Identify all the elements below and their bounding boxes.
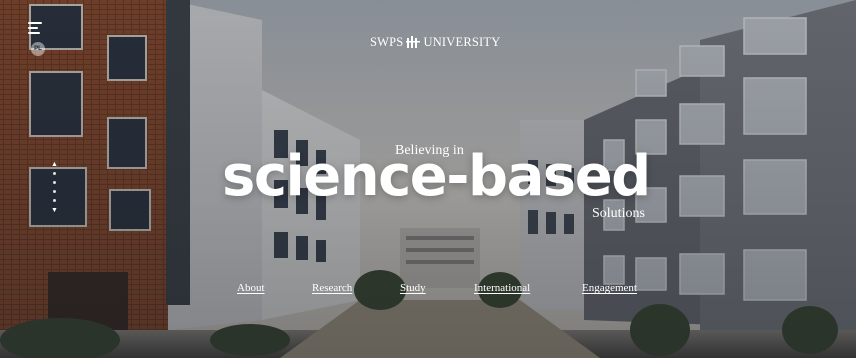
logo-text-university: UNIVERSITY: [423, 34, 501, 49]
chevron-down-icon[interactable]: ▼: [51, 207, 58, 214]
nav-link-research[interactable]: Research: [312, 282, 352, 294]
hero-tagline-post: Solutions: [592, 206, 645, 221]
page-frame: PL ▲ ▼ SWPS UNIVERSITY Believing in scie…: [0, 0, 856, 358]
slider-dot[interactable]: [52, 199, 56, 202]
hero-headline: science-based: [222, 144, 651, 209]
logo-mark-icon: [406, 36, 421, 48]
language-switch-button[interactable]: PL: [31, 42, 45, 56]
slider-pagination: ▲ ▼: [51, 161, 58, 218]
nav-link-engagement[interactable]: Engagement: [582, 282, 637, 294]
nav-link-study[interactable]: Study: [400, 282, 426, 294]
slider-dot[interactable]: [52, 172, 56, 175]
chevron-up-icon[interactable]: ▲: [51, 161, 58, 168]
nav-link-international[interactable]: International: [474, 282, 530, 294]
university-logo[interactable]: SWPS UNIVERSITY: [370, 34, 500, 50]
slider-dot[interactable]: [52, 181, 56, 184]
main-nav: About Research Study International Engag…: [0, 282, 856, 298]
logo-text-swps: SWPS: [370, 34, 404, 49]
slider-dot[interactable]: [52, 190, 56, 193]
hamburger-menu-icon[interactable]: [28, 22, 44, 36]
hero-section: PL ▲ ▼ SWPS UNIVERSITY Believing in scie…: [0, 0, 856, 358]
nav-link-about[interactable]: About: [237, 282, 265, 294]
